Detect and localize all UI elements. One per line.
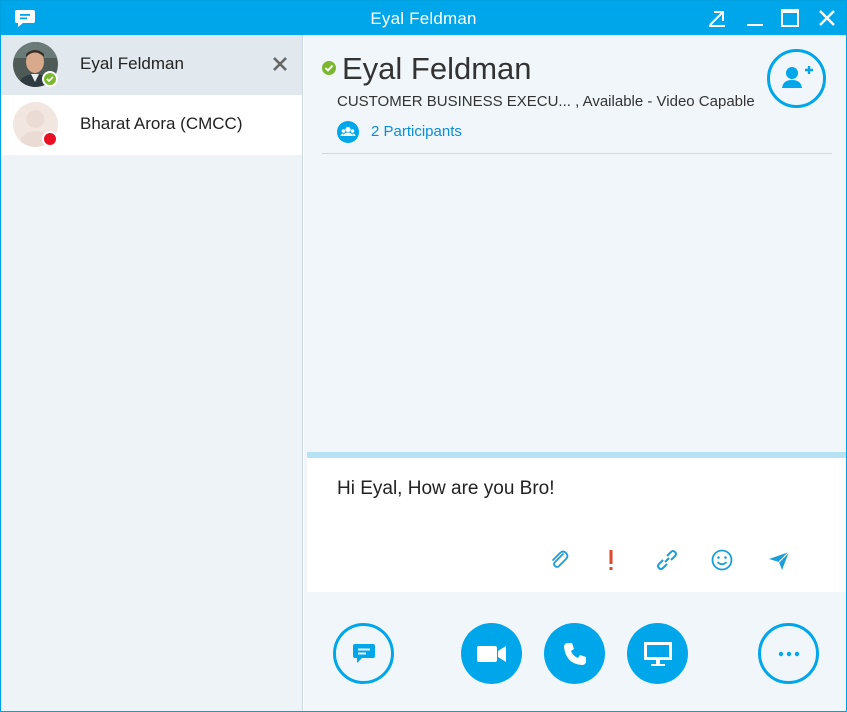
message-input[interactable]: Hi Eyal, How are you Bro! xyxy=(337,478,555,500)
exclamation-icon xyxy=(609,550,613,570)
present-button[interactable] xyxy=(627,623,688,684)
contact-name: Bharat Arora (CMCC) xyxy=(80,114,243,133)
divider xyxy=(322,153,832,154)
presence-available-icon xyxy=(42,71,58,87)
maximize-button[interactable] xyxy=(778,7,802,29)
presence-busy-icon xyxy=(42,131,58,147)
contact-name: Eyal Feldman xyxy=(80,54,184,73)
maximize-icon xyxy=(781,9,799,27)
skype-conversation-window: Eyal Feldman Eyal Feldman Bharat Arora (… xyxy=(0,0,847,712)
close-window-button[interactable] xyxy=(815,7,839,29)
minimize-icon xyxy=(747,24,763,26)
more-options-button[interactable] xyxy=(758,623,819,684)
conversation-item-bharat-arora[interactable]: Bharat Arora (CMCC) xyxy=(1,95,302,155)
contact-title: Eyal Feldman xyxy=(342,51,532,86)
compose-area[interactable]: Hi Eyal, How are you Bro! xyxy=(307,458,846,592)
attach-file-button[interactable] xyxy=(545,546,573,574)
paperclip-icon xyxy=(552,550,569,568)
title-bar: Eyal Feldman xyxy=(1,1,846,35)
im-button[interactable] xyxy=(333,623,394,684)
conversation-item-eyal-feldman[interactable]: Eyal Feldman xyxy=(1,35,302,95)
send-icon xyxy=(769,551,790,570)
chat-bubble-icon xyxy=(352,643,375,663)
presence-available-icon xyxy=(322,61,336,75)
close-icon xyxy=(819,10,835,26)
video-button[interactable] xyxy=(461,623,522,684)
link-icon xyxy=(657,550,677,570)
contact-status-line: CUSTOMER BUSINESS EXECU... , Available -… xyxy=(337,93,755,110)
emoticon-button[interactable] xyxy=(708,546,736,574)
conversation-header: Eyal Feldman CUSTOMER BUSINESS EXECU... … xyxy=(304,35,846,455)
phone-icon xyxy=(563,642,586,665)
smiley-icon xyxy=(711,549,733,571)
video-camera-icon xyxy=(476,645,506,662)
minimize-button[interactable] xyxy=(743,7,767,29)
participants-icon xyxy=(337,121,359,143)
add-person-button[interactable] xyxy=(767,49,826,108)
conversation-list: Eyal Feldman Bharat Arora (CMCC) xyxy=(1,35,303,711)
pop-out-icon xyxy=(709,11,725,27)
send-button[interactable] xyxy=(765,546,793,574)
ellipsis-icon xyxy=(778,651,799,656)
monitor-icon xyxy=(643,641,672,666)
close-conversation-icon[interactable] xyxy=(271,55,289,73)
mark-important-button[interactable] xyxy=(597,546,625,574)
action-bar xyxy=(304,592,846,711)
participants-label: 2 Participants xyxy=(371,123,462,140)
add-person-icon xyxy=(782,66,813,88)
pop-out-button[interactable] xyxy=(705,7,729,29)
conversation-pane: Eyal Feldman CUSTOMER BUSINESS EXECU... … xyxy=(304,35,846,711)
call-button[interactable] xyxy=(544,623,605,684)
insert-link-button[interactable] xyxy=(653,546,681,574)
